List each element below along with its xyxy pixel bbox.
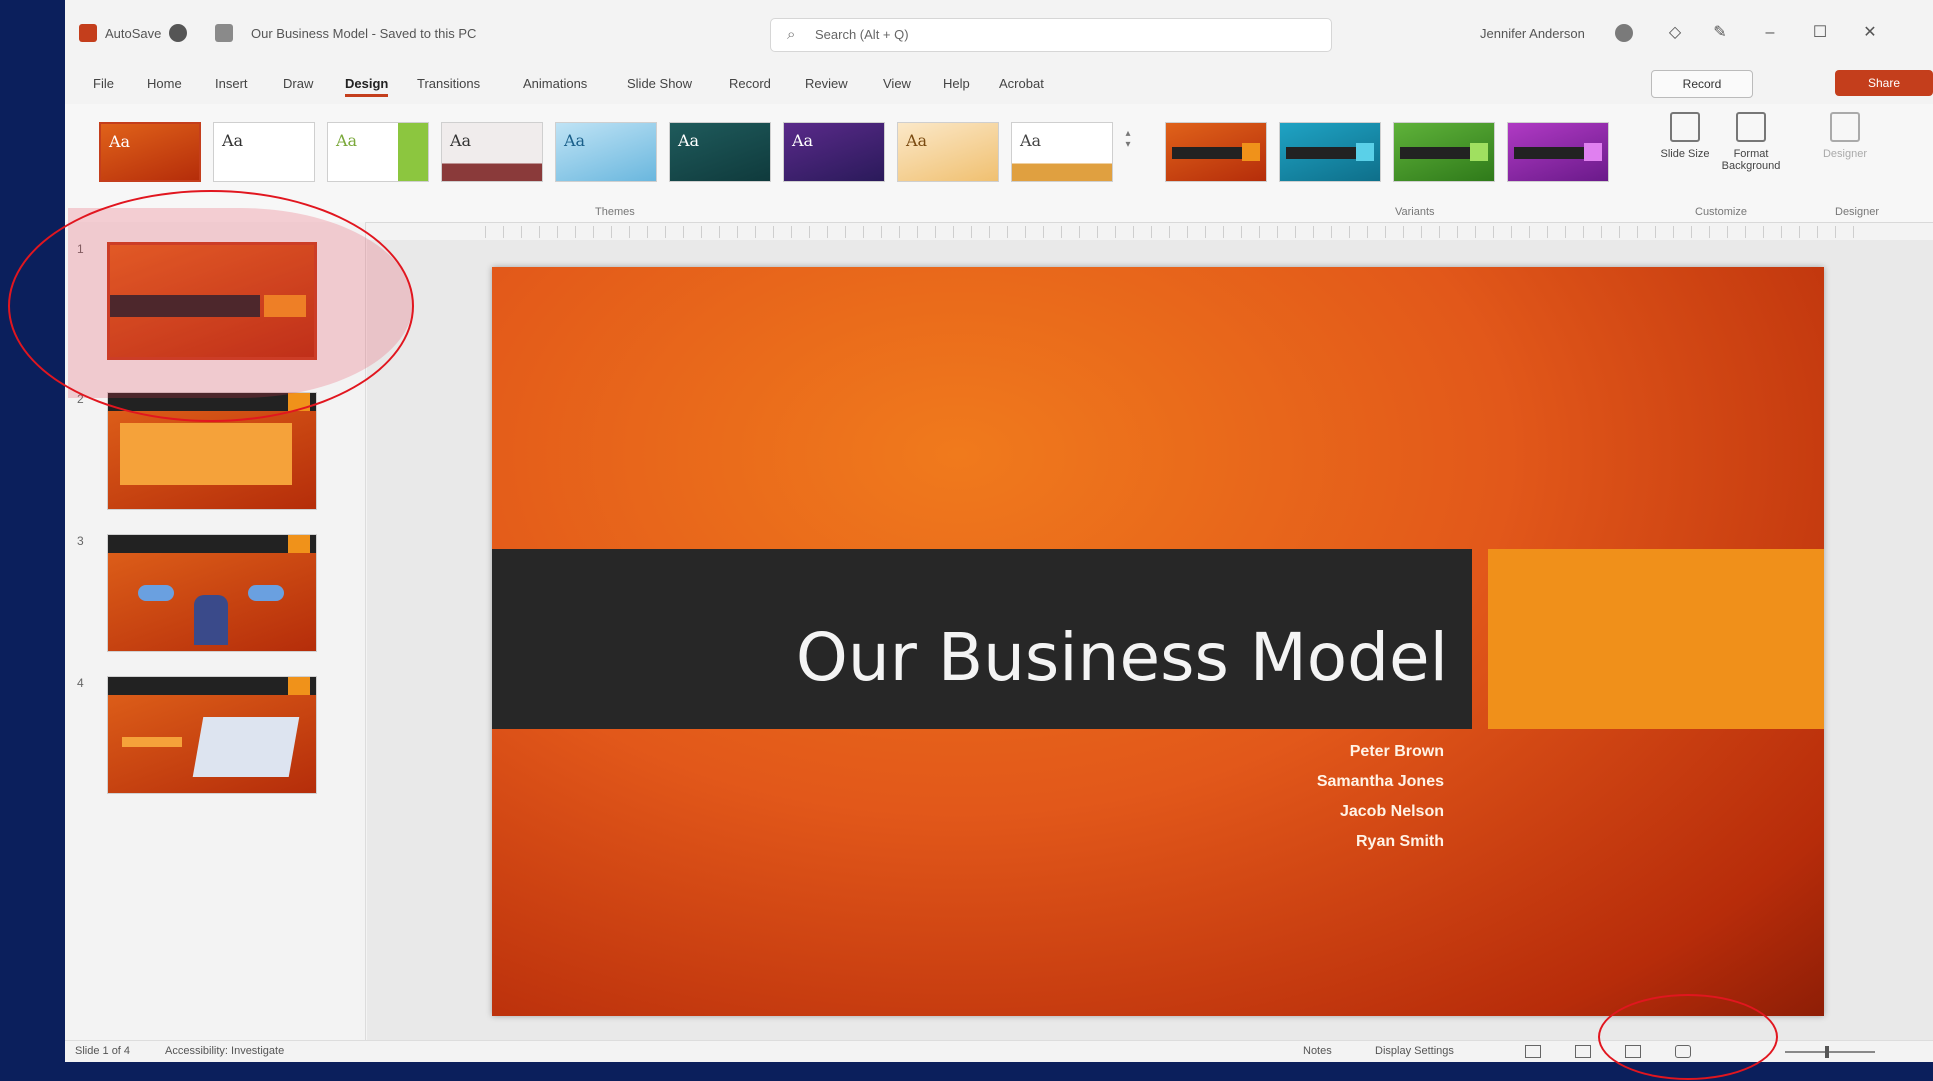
tab-record[interactable]: Record	[729, 76, 771, 91]
slide-size-button[interactable]: Slide Size	[1653, 112, 1717, 202]
tab-design[interactable]: Design	[345, 76, 389, 97]
theme-thumbnail[interactable]: Aa	[783, 122, 885, 182]
slide-thumbnail-4[interactable]	[107, 676, 317, 794]
theme-thumbnail[interactable]: Aa	[669, 122, 771, 182]
theme-thumbnail[interactable]: Aa	[897, 122, 999, 182]
slide-number: 4	[77, 676, 84, 690]
presenter-name[interactable]: Peter Brown	[1350, 743, 1444, 761]
design-ribbon: Aa Aa Aa Aa Aa Aa Aa Aa Aa ▴ ▾ Slide Size…	[65, 104, 1933, 223]
tab-insert[interactable]: Insert	[215, 76, 248, 91]
presenter-name[interactable]: Jacob Nelson	[1340, 803, 1444, 821]
zoom-slider[interactable]	[1785, 1051, 1875, 1053]
tab-acrobat[interactable]: Acrobat	[999, 76, 1044, 91]
close-icon[interactable]: ✕	[1855, 18, 1885, 48]
variant-thumbnail[interactable]	[1279, 122, 1381, 182]
format-background-button[interactable]: Format Background	[1719, 112, 1783, 202]
slide-counter: Slide 1 of 4	[75, 1045, 131, 1057]
slide-number: 3	[77, 534, 84, 548]
horizontal-ruler	[485, 226, 1865, 238]
pen-icon[interactable]: ✎	[1705, 18, 1735, 48]
display-settings-button[interactable]: Display Settings	[1375, 1045, 1454, 1057]
maximize-icon[interactable]: ☐	[1805, 18, 1835, 48]
theme-thumbnail[interactable]: Aa	[555, 122, 657, 182]
title-band: Our Business Model	[492, 549, 1472, 729]
zoom-slider-thumb[interactable]	[1825, 1046, 1829, 1058]
share-button[interactable]: Share	[1835, 70, 1933, 96]
designer-button[interactable]: Designer	[1813, 112, 1877, 202]
accent-block	[1488, 549, 1824, 729]
tab-view[interactable]: View	[883, 76, 911, 91]
user-name[interactable]: Jennifer Anderson	[1480, 26, 1585, 41]
presenter-name[interactable]: Ryan Smith	[1356, 833, 1444, 851]
slide-size-icon	[1670, 112, 1700, 142]
themes-scroll-icon[interactable]: ▴ ▾	[1121, 128, 1135, 176]
diamond-icon[interactable]: ◇	[1660, 18, 1690, 48]
powerpoint-logo-icon	[79, 24, 97, 42]
search-box[interactable]: ⌕ Search (Alt + Q)	[770, 18, 1332, 52]
format-background-icon	[1736, 112, 1766, 142]
tab-file[interactable]: File	[93, 76, 114, 91]
search-input[interactable]: Search (Alt + Q)	[815, 27, 909, 42]
document-title[interactable]: Our Business Model - Saved to this PC	[251, 26, 476, 41]
slide-thumbnail-3[interactable]	[107, 534, 317, 652]
tab-animations[interactable]: Animations	[523, 76, 587, 91]
variant-thumbnail[interactable]	[1393, 122, 1495, 182]
themes-group-label: Themes	[595, 206, 635, 218]
theme-thumbnail[interactable]: Aa	[327, 122, 429, 182]
tab-help[interactable]: Help	[943, 76, 970, 91]
title-bar: AutoSave Our Business Model - Saved to t…	[65, 0, 1933, 70]
tab-transitions[interactable]: Transitions	[417, 76, 480, 91]
annotation-circle	[8, 190, 414, 422]
designer-icon	[1830, 112, 1860, 142]
avatar[interactable]	[1615, 24, 1633, 42]
powerpoint-window: AutoSave Our Business Model - Saved to t…	[65, 0, 1933, 1062]
tab-review[interactable]: Review	[805, 76, 848, 91]
slide-sorter-icon[interactable]	[1575, 1045, 1591, 1058]
autosave-label: AutoSave	[105, 26, 162, 41]
theme-thumbnail[interactable]: Aa	[99, 122, 201, 182]
presenter-name[interactable]: Samantha Jones	[1317, 773, 1444, 791]
designer-group-label: Designer	[1835, 206, 1880, 218]
record-button[interactable]: Record	[1651, 70, 1753, 98]
tab-home[interactable]: Home	[147, 76, 182, 91]
theme-thumbnail[interactable]: Aa	[1011, 122, 1113, 182]
tab-slide-show[interactable]: Slide Show	[627, 76, 692, 91]
theme-thumbnail[interactable]: Aa	[441, 122, 543, 182]
accessibility-status[interactable]: Accessibility: Investigate	[165, 1045, 284, 1057]
normal-view-icon[interactable]	[1525, 1045, 1541, 1058]
slide-title[interactable]: Our Business Model	[796, 619, 1448, 696]
save-icon[interactable]	[215, 24, 233, 42]
autosave-toggle[interactable]	[169, 24, 187, 42]
search-icon: ⌕	[787, 26, 796, 43]
current-slide[interactable]: Our Business Model Peter Brown Samantha …	[492, 267, 1824, 1016]
customize-group-label: Customize	[1695, 206, 1747, 218]
theme-thumbnail[interactable]: Aa	[213, 122, 315, 182]
minimize-icon[interactable]: –	[1755, 18, 1785, 48]
notes-button[interactable]: Notes	[1303, 1045, 1332, 1057]
annotation-circle	[1598, 994, 1778, 1080]
variant-thumbnail[interactable]	[1507, 122, 1609, 182]
variant-thumbnail[interactable]	[1165, 122, 1267, 182]
variants-group-label: Variants	[1395, 206, 1435, 218]
tab-draw[interactable]: Draw	[283, 76, 313, 91]
